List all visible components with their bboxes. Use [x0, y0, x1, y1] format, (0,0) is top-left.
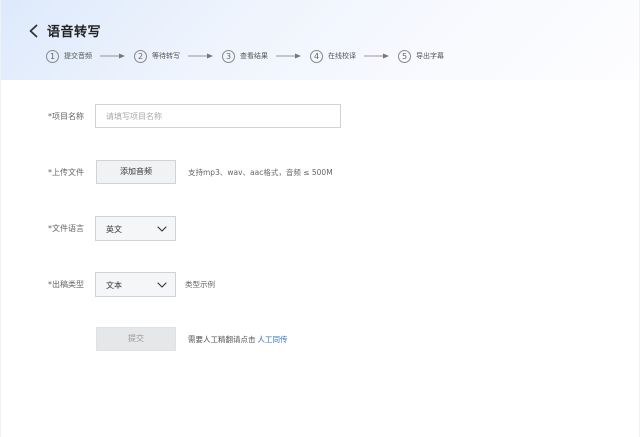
- manual-translation-note-text: 需要人工精翻请点击: [188, 335, 256, 344]
- add-audio-button[interactable]: 添加音频: [96, 160, 176, 184]
- project-name-row: *项目名称: [1, 104, 639, 130]
- step-number: 4: [310, 49, 323, 63]
- step-progress: 1 提交音频 2 等待转写 3 查看结果 4 在线校译 5 导出字幕: [46, 48, 444, 64]
- step-4: 4 在线校译: [310, 49, 356, 63]
- upload-format-hint: 支持mp3、wav、aac格式，音频 ≤ 500M: [188, 168, 333, 177]
- header: 语音转写 1 提交音频 2 等待转写 3 查看结果 4 在线校译 5 导出字幕: [1, 0, 639, 80]
- language-row: *文件语言 英文: [1, 216, 639, 242]
- language-label: *文件语言: [48, 224, 84, 233]
- language-select-value: 英文: [106, 225, 122, 234]
- upload-label: *上传文件: [48, 168, 84, 177]
- step-label: 等待转写: [152, 52, 180, 60]
- type-example-hint[interactable]: 类型示例: [185, 279, 215, 290]
- step-number: 1: [46, 49, 59, 63]
- step-arrow-icon: [100, 53, 125, 59]
- output-type-select-value: 文本: [106, 281, 122, 290]
- step-number: 3: [222, 49, 235, 63]
- page-title: 语音转写: [47, 25, 102, 40]
- output-type-select[interactable]: 文本: [95, 272, 176, 297]
- step-label: 导出字幕: [416, 52, 444, 60]
- step-label: 在线校译: [328, 52, 356, 60]
- step-label: 提交音频: [64, 52, 92, 60]
- step-1: 1 提交音频: [46, 49, 92, 63]
- manual-translation-note: 需要人工精翻请点击 人工同传: [188, 334, 288, 345]
- upload-row: *上传文件 添加音频 支持mp3、wav、aac格式，音频 ≤ 500M: [1, 160, 639, 186]
- project-name-input[interactable]: [95, 104, 341, 128]
- step-3: 3 查看结果: [222, 49, 268, 63]
- manual-interpretation-link[interactable]: 人工同传: [258, 335, 288, 344]
- page: 语音转写 1 提交音频 2 等待转写 3 查看结果 4 在线校译 5 导出字幕 …: [1, 0, 639, 437]
- step-arrow-icon: [276, 53, 301, 59]
- step-5: 5 导出字幕: [398, 49, 444, 63]
- output-type-label: *出稿类型: [48, 280, 84, 289]
- step-number: 2: [134, 49, 147, 63]
- step-number: 5: [398, 49, 411, 63]
- chevron-down-icon: [157, 282, 167, 288]
- submit-button[interactable]: 提交: [96, 327, 176, 351]
- step-arrow-icon: [364, 53, 389, 59]
- step-2: 2 等待转写: [134, 49, 180, 63]
- step-arrow-icon: [188, 53, 213, 59]
- project-name-label: *项目名称: [48, 112, 84, 121]
- language-select[interactable]: 英文: [95, 216, 176, 241]
- chevron-down-icon: [157, 226, 167, 232]
- submit-row: 提交 需要人工精翻请点击 人工同传: [1, 327, 639, 353]
- output-type-row: *出稿类型 文本 类型示例: [1, 272, 639, 298]
- chevron-left-icon[interactable]: [27, 24, 41, 38]
- step-label: 查看结果: [240, 52, 268, 60]
